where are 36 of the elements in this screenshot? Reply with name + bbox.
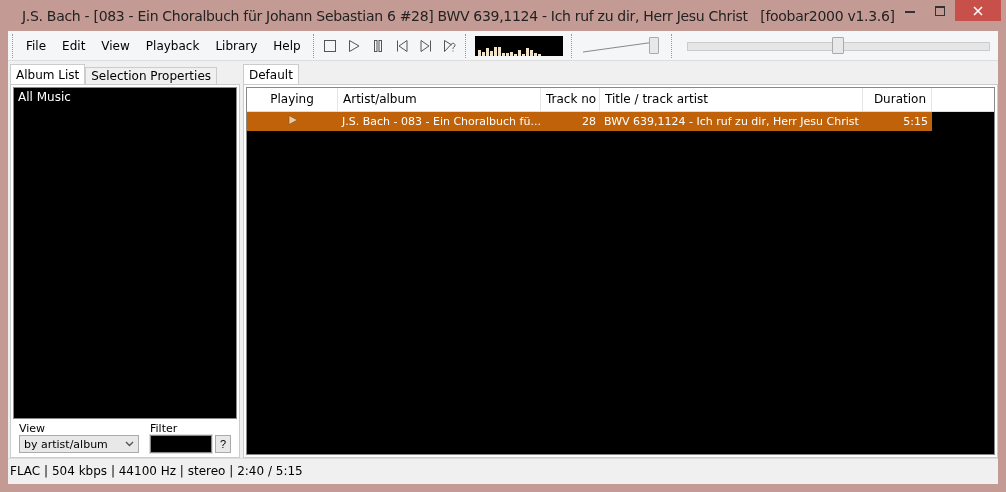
table-cell-text: BWV 639,1124 - Ich ruf zu dir, Herr Jesu Christ: [603, 114, 860, 130]
help-button[interactable]: ?: [215, 435, 231, 453]
previous-icon: [394, 38, 409, 53]
menu-item[interactable]: Help: [265, 38, 309, 53]
menu-item[interactable]: Library: [207, 38, 266, 53]
stop-icon: [322, 38, 337, 53]
column-header[interactable]: Playing: [247, 88, 338, 111]
menu-item[interactable]: Playback: [137, 38, 208, 53]
next-icon: [418, 38, 433, 53]
view-label: View: [19, 423, 47, 435]
filter-label: Filter: [150, 423, 179, 435]
column-header[interactable]: Artist/album: [338, 88, 541, 111]
column-header[interactable]: Title / track artist: [600, 88, 863, 111]
menu-item[interactable]: Edit: [54, 38, 94, 53]
tree-item[interactable]: All Music: [18, 90, 232, 104]
play-icon: [346, 38, 361, 53]
column-header[interactable]: Duration: [863, 88, 932, 111]
chevron-down-icon: [125, 441, 134, 447]
playlist-tab[interactable]: Default: [243, 64, 299, 84]
menu-item[interactable]: File: [18, 38, 55, 53]
maximize-icon: [934, 5, 945, 16]
status-bar: FLAC | 504 kbps | 44100 Hz | stereo | 2:40 / 5:15: [8, 458, 998, 484]
column-header[interactable]: Track no: [541, 88, 600, 111]
filter-field[interactable]: [150, 435, 212, 453]
panel-tab[interactable]: Album List: [10, 64, 86, 84]
window-title: J.S. Bach - [083 - Ein Choralbuch für Johann Sebastian 6 #28] BWV 639,1124 - Ich ruf zu dir, Herr Jesu Christ [foobar2000 v1.3.6]: [22, 7, 895, 24]
close-icon: [972, 5, 983, 16]
panel-tab[interactable]: Selection Properties: [85, 67, 217, 84]
table-cell-text: J.S. Bach - 083 - Ein Choralbuch fü...: [340, 114, 541, 130]
table-cell-text: 5:15: [902, 114, 929, 130]
random-icon: [442, 38, 457, 53]
table-cell-text: 28: [581, 114, 597, 130]
view-dropdown[interactable]: by artist/album: [19, 435, 139, 453]
menu-item[interactable]: View: [93, 38, 138, 53]
playlist-row[interactable]: J.S. Bach - 083 - Ein Choralbuch fü... 28 BWV 639,1124 - Ich ruf zu dir, Herr Jesu Christ 5:15: [247, 112, 932, 131]
volume-slider[interactable]: [582, 34, 661, 57]
